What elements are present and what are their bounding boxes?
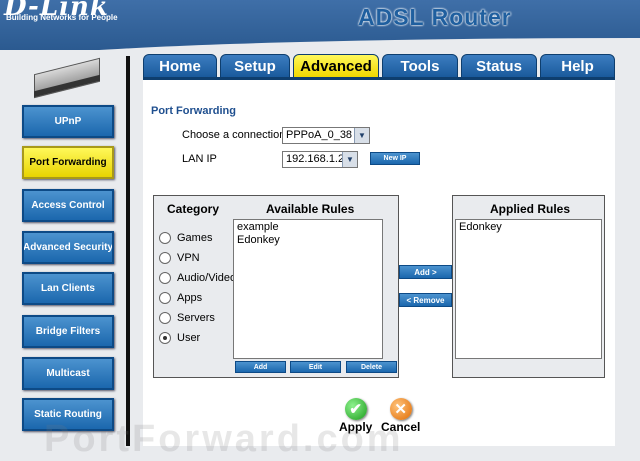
brand-tagline: Building Networks for People	[6, 13, 118, 22]
product-title: ADSL Router	[358, 4, 512, 30]
tab-help[interactable]: Help	[540, 54, 615, 78]
section-title: Port Forwarding	[151, 105, 236, 117]
sidebar-item-upnp[interactable]: UPnP	[22, 105, 114, 138]
radio-button[interactable]	[159, 312, 171, 324]
chevron-down-icon: ▼	[342, 152, 357, 167]
applied-rules-heading: Applied Rules	[490, 202, 571, 216]
list-item[interactable]: Edonkey	[459, 221, 598, 234]
add-rule-button[interactable]: Add	[235, 361, 286, 373]
tab-advanced[interactable]: Advanced	[293, 54, 379, 78]
applied-rules-list[interactable]: Edonkey	[455, 219, 602, 359]
connection-select[interactable]: PPPoA_0_38 ▼	[282, 127, 370, 144]
category-apps[interactable]: Apps	[159, 292, 202, 304]
radio-button-selected[interactable]	[159, 332, 171, 344]
lan-ip-value: 192.168.1.2	[286, 153, 345, 165]
sidebar-item-lan-clients[interactable]: Lan Clients	[22, 272, 114, 305]
tab-setup[interactable]: Setup	[220, 54, 290, 78]
rules-panel: Category Available Rules Games VPN Audio…	[153, 195, 399, 378]
list-item[interactable]: Edonkey	[237, 234, 379, 247]
connection-label: Choose a connection	[182, 129, 286, 141]
main-tabs: Home Setup Advanced Tools Status Help	[143, 54, 615, 78]
radio-button[interactable]	[159, 252, 171, 264]
edit-rule-button[interactable]: Edit	[290, 361, 341, 373]
category-audio-video[interactable]: Audio/Video	[159, 272, 236, 284]
category-vpn[interactable]: VPN	[159, 252, 200, 264]
watermark-text: PortForward.com	[44, 418, 404, 460]
checkmark-icon: ✔	[344, 398, 367, 420]
tab-status[interactable]: Status	[461, 54, 537, 78]
sidebar-item-multicast[interactable]: Multicast	[22, 357, 114, 390]
lan-ip-select[interactable]: 192.168.1.2 ▼	[282, 151, 358, 168]
radio-button[interactable]	[159, 292, 171, 304]
radio-button[interactable]	[159, 232, 171, 244]
content-panel: Port Forwarding Choose a connection PPPo…	[143, 80, 615, 446]
sidebar: UPnP Port Forwarding Access Control Adva…	[0, 50, 126, 446]
delete-rule-button[interactable]: Delete	[346, 361, 397, 373]
sidebar-item-port-forwarding[interactable]: Port Forwarding	[22, 146, 114, 179]
sidebar-item-bridge-filters[interactable]: Bridge Filters	[22, 315, 114, 348]
add-to-applied-button[interactable]: Add >	[399, 265, 452, 279]
connection-value: PPPoA_0_38	[286, 129, 353, 141]
tab-home[interactable]: Home	[143, 54, 217, 78]
sidebar-item-access-control[interactable]: Access Control	[22, 189, 114, 222]
close-icon: ✕	[389, 398, 412, 420]
category-user[interactable]: User	[159, 332, 200, 344]
list-item[interactable]: example	[237, 221, 379, 234]
chevron-down-icon: ▼	[354, 128, 369, 143]
category-heading: Category	[167, 202, 220, 216]
available-rules-list[interactable]: example Edonkey	[233, 219, 383, 359]
applied-rules-panel: Applied Rules Edonkey	[452, 195, 605, 378]
category-games[interactable]: Games	[159, 232, 212, 244]
tab-tools[interactable]: Tools	[382, 54, 458, 78]
remove-from-applied-button[interactable]: < Remove	[399, 293, 452, 307]
category-servers[interactable]: Servers	[159, 312, 215, 324]
sidebar-divider	[126, 56, 130, 446]
sidebar-item-advanced-security[interactable]: Advanced Security	[22, 231, 114, 264]
radio-button[interactable]	[159, 272, 171, 284]
lan-ip-label: LAN IP	[182, 153, 217, 165]
available-rules-heading: Available Rules	[266, 202, 355, 216]
new-ip-button[interactable]: New IP	[370, 152, 420, 165]
